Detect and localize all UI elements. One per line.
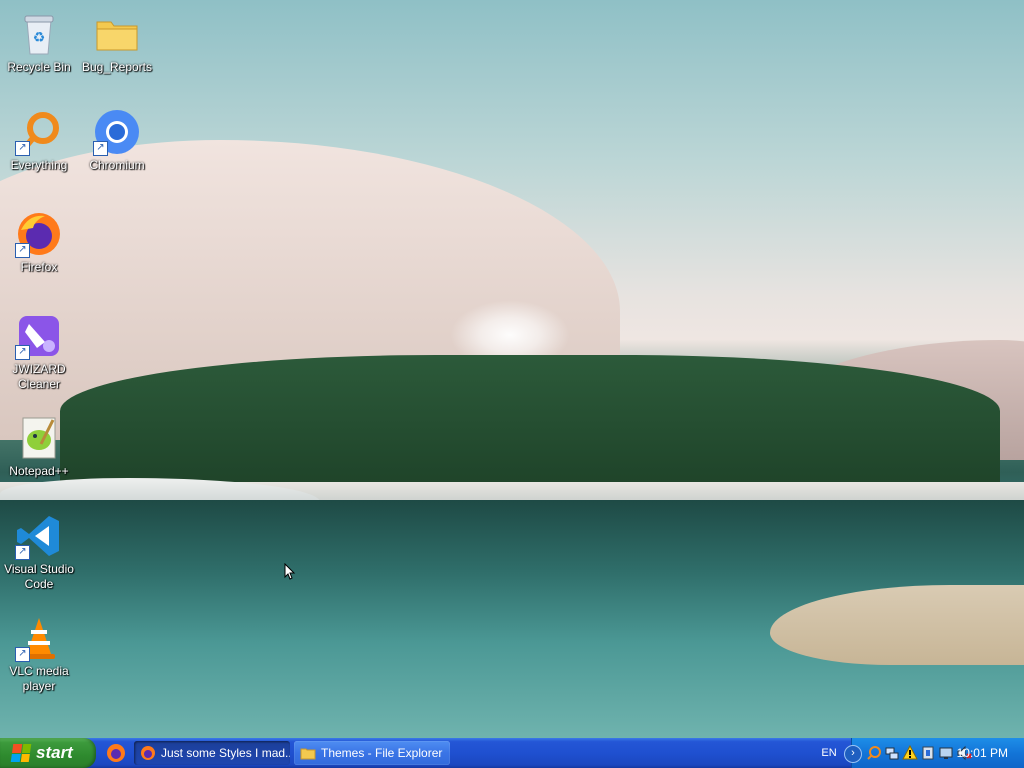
- recycle-bin-icon: ♻: [15, 10, 63, 58]
- language-indicator[interactable]: EN: [814, 738, 844, 768]
- network-icon[interactable]: [884, 745, 900, 761]
- forest: [60, 355, 1000, 495]
- taskbar-button-firefox[interactable]: Just some Styles I mad...: [134, 741, 290, 765]
- desktop-icon-label: Recycle Bin: [7, 60, 71, 74]
- notepadplusplus-icon: [15, 414, 63, 462]
- display-icon[interactable]: [938, 745, 954, 761]
- clock[interactable]: 10:01 PM: [957, 738, 1008, 768]
- desktop-icon-label: Visual Studio Code: [4, 562, 74, 591]
- desktop-icon-label: JWIZARD Cleaner: [12, 362, 66, 391]
- shortcut-arrow-icon: ↗: [15, 545, 30, 560]
- taskbar-button-file-explorer[interactable]: Themes - File Explorer: [294, 741, 450, 765]
- vlc-icon: ↗: [15, 614, 63, 662]
- desktop-icon-label: Bug_Reports: [81, 60, 153, 74]
- desktop[interactable]: ♻ Recycle Bin Bug_Reports ↗ Everything ↗…: [0, 0, 1024, 738]
- shortcut-arrow-icon: ↗: [15, 141, 30, 156]
- shortcut-arrow-icon: ↗: [93, 141, 108, 156]
- start-button[interactable]: start: [0, 738, 96, 768]
- system-tray: › 10:01 PM: [844, 738, 1024, 768]
- start-label: start: [36, 743, 73, 762]
- mouse-cursor-icon: [284, 563, 296, 580]
- quicklaunch-firefox[interactable]: [106, 743, 126, 763]
- desktop-icon-label: Firefox: [20, 260, 58, 274]
- task-label: Themes - File Explorer: [321, 746, 443, 760]
- svg-text:♻: ♻: [33, 29, 46, 45]
- desktop-icon-label: Chromium: [89, 158, 145, 172]
- vscode-icon: ↗: [15, 512, 63, 560]
- desktop-icon-recycle-bin[interactable]: ♻ Recycle Bin: [1, 10, 77, 75]
- firefox-icon: [107, 744, 125, 762]
- folder-icon: [93, 10, 141, 58]
- desktop-icon-label: Everything: [10, 158, 68, 172]
- desktop-icon-label: Notepad++: [9, 464, 69, 478]
- desktop-icon-bug-reports[interactable]: Bug_Reports: [79, 10, 155, 75]
- shortcut-arrow-icon: ↗: [15, 243, 30, 258]
- folder-icon: [300, 748, 316, 760]
- desktop-icon-jwizard-cleaner[interactable]: ↗ JWIZARD Cleaner: [1, 312, 77, 392]
- jwizard-cleaner-icon: ↗: [15, 312, 63, 360]
- shortcut-arrow-icon: ↗: [15, 345, 30, 360]
- desktop-icon-firefox[interactable]: ↗ Firefox: [1, 210, 77, 275]
- desktop-icon-chromium[interactable]: ↗ Chromium: [79, 108, 155, 173]
- desktop-icon-notepadplusplus[interactable]: Notepad++: [1, 414, 77, 479]
- everything-search-icon: ↗: [15, 108, 63, 156]
- desktop-icon-visual-studio-code[interactable]: ↗ Visual Studio Code: [1, 512, 77, 592]
- chevron-icon[interactable]: ›: [844, 745, 862, 763]
- desktop-icon-everything[interactable]: ↗ Everything: [1, 108, 77, 173]
- windows-logo-icon: [10, 744, 32, 762]
- task-label: Just some Styles I mad...: [161, 746, 290, 760]
- firefox-icon: ↗: [15, 210, 63, 258]
- desktop-icon-label: VLC media player: [9, 664, 69, 693]
- everything-search-icon[interactable]: [866, 745, 882, 761]
- safely-remove-icon[interactable]: [920, 745, 936, 761]
- chromium-icon: ↗: [93, 108, 141, 156]
- desktop-icon-vlc[interactable]: ↗ VLC media player: [1, 614, 77, 694]
- taskbar: start Just some Styles I mad... Themes -…: [0, 738, 1024, 768]
- warning-icon[interactable]: [902, 745, 918, 761]
- shortcut-arrow-icon: ↗: [15, 647, 30, 662]
- firefox-icon: [141, 746, 155, 760]
